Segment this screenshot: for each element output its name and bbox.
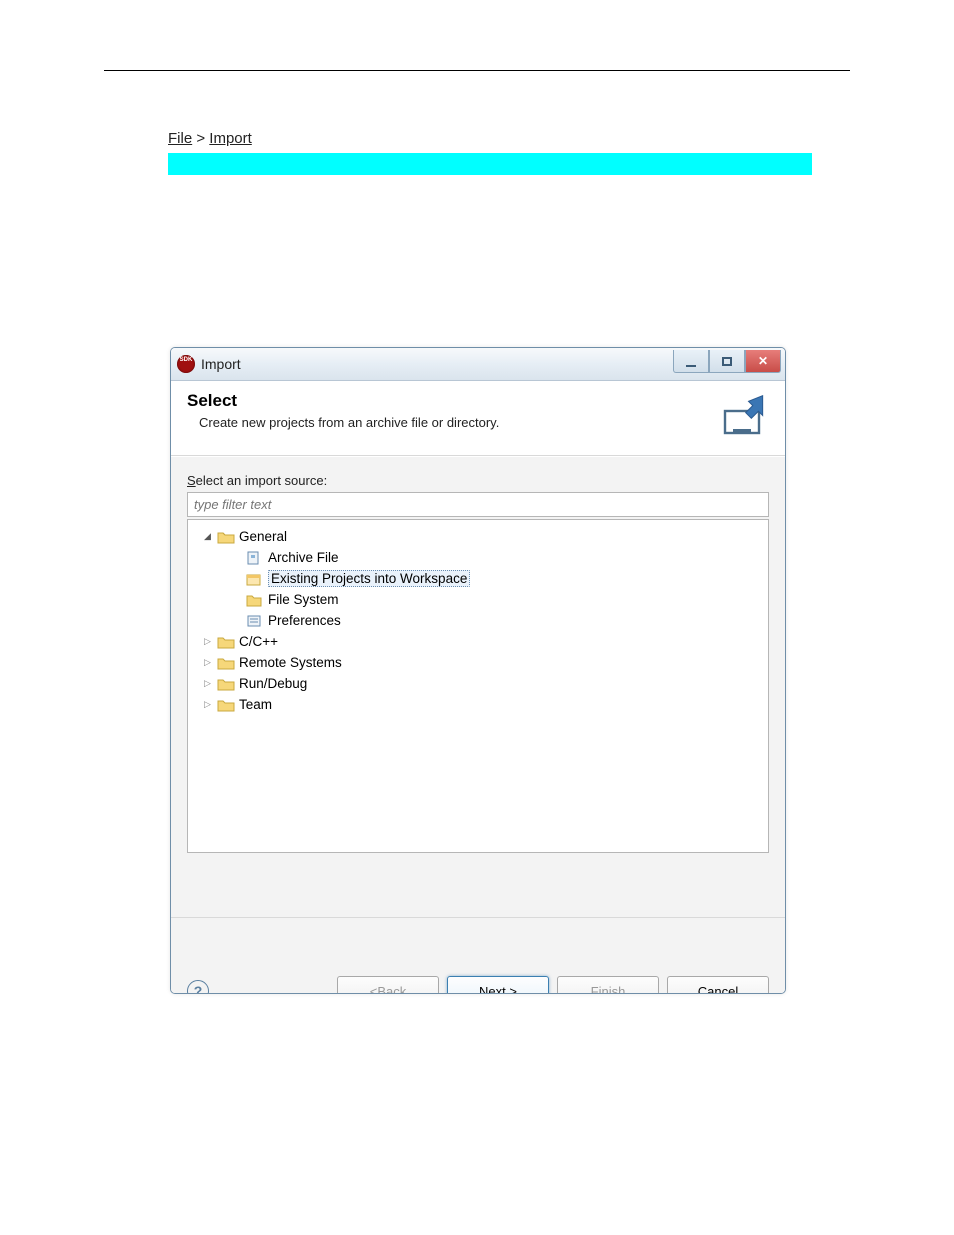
archive-icon [246,551,264,565]
close-icon: ✕ [758,354,768,368]
dialog-footer: ? < Back Next > Finish Cancel [171,918,785,994]
preferences-icon [246,614,264,628]
tree-label: Run/Debug [239,676,307,691]
tree-label: File System [268,592,339,607]
folder-icon [217,656,235,670]
import-icon [719,391,769,437]
project-icon [246,572,264,586]
menu-file-label: File [168,130,192,147]
tree-item-preferences[interactable]: Preferences [246,610,764,631]
help-icon[interactable]: ? [187,980,209,994]
tree-item-team[interactable]: ▷ Team [202,694,764,715]
folder-icon [217,635,235,649]
next-button[interactable]: Next > [447,976,549,994]
window-controls: ✕ [673,350,781,372]
dialog-header: Select Create new projects from an archi… [171,381,785,456]
tree-item-run-debug[interactable]: ▷ Run/Debug [202,673,764,694]
tree-label: C/C++ [239,634,278,649]
maximize-icon [722,357,732,366]
tree-label: Existing Projects into Workspace [268,570,470,587]
folder-icon [246,593,264,607]
tree-item-existing-projects[interactable]: Existing Projects into Workspace [246,568,764,589]
header-description: Create new projects from an archive file… [199,415,719,430]
tree-label: General [239,529,287,544]
source-label: Select an import source: [187,473,769,488]
page-top-rule [104,70,850,71]
menu-import-label: Import [209,130,252,147]
tree-label: Archive File [268,550,339,565]
maximize-button[interactable] [709,350,745,373]
tree-item-cpp[interactable]: ▷ C/C++ [202,631,764,652]
highlight-band [168,153,812,175]
instruction-text: File > Import [168,130,812,175]
collapse-icon[interactable]: ◢ [202,531,213,542]
dialog-body: Select an import source: ◢ General Archi… [171,456,785,918]
expand-icon[interactable]: ▷ [202,678,213,689]
tree-item-file-system[interactable]: File System [246,589,764,610]
minimize-button[interactable] [673,350,709,373]
folder-icon [217,530,235,544]
sdk-icon [177,355,195,373]
source-tree[interactable]: ◢ General Archive File Exis [187,519,769,853]
dialog-title: Import [201,356,241,372]
cancel-button[interactable]: Cancel [667,976,769,994]
expand-icon[interactable]: ▷ [202,636,213,647]
tree-label: Preferences [268,613,341,628]
expand-icon[interactable]: ▷ [202,657,213,668]
filter-input[interactable] [187,492,769,517]
folder-icon [217,698,235,712]
folder-icon [217,677,235,691]
close-button[interactable]: ✕ [745,350,781,373]
expand-icon[interactable]: ▷ [202,699,213,710]
import-dialog: Import ✕ Select Create new projects from… [170,347,786,994]
tree-item-general[interactable]: ◢ General [202,526,764,547]
header-title: Select [187,391,719,411]
tree-item-archive-file[interactable]: Archive File [246,547,764,568]
tree-label: Team [239,697,272,712]
tree-item-remote-systems[interactable]: ▷ Remote Systems [202,652,764,673]
back-button[interactable]: < Back [337,976,439,994]
finish-button[interactable]: Finish [557,976,659,994]
tree-label: Remote Systems [239,655,342,670]
title-bar[interactable]: Import ✕ [171,348,785,381]
minimize-icon [686,362,696,367]
